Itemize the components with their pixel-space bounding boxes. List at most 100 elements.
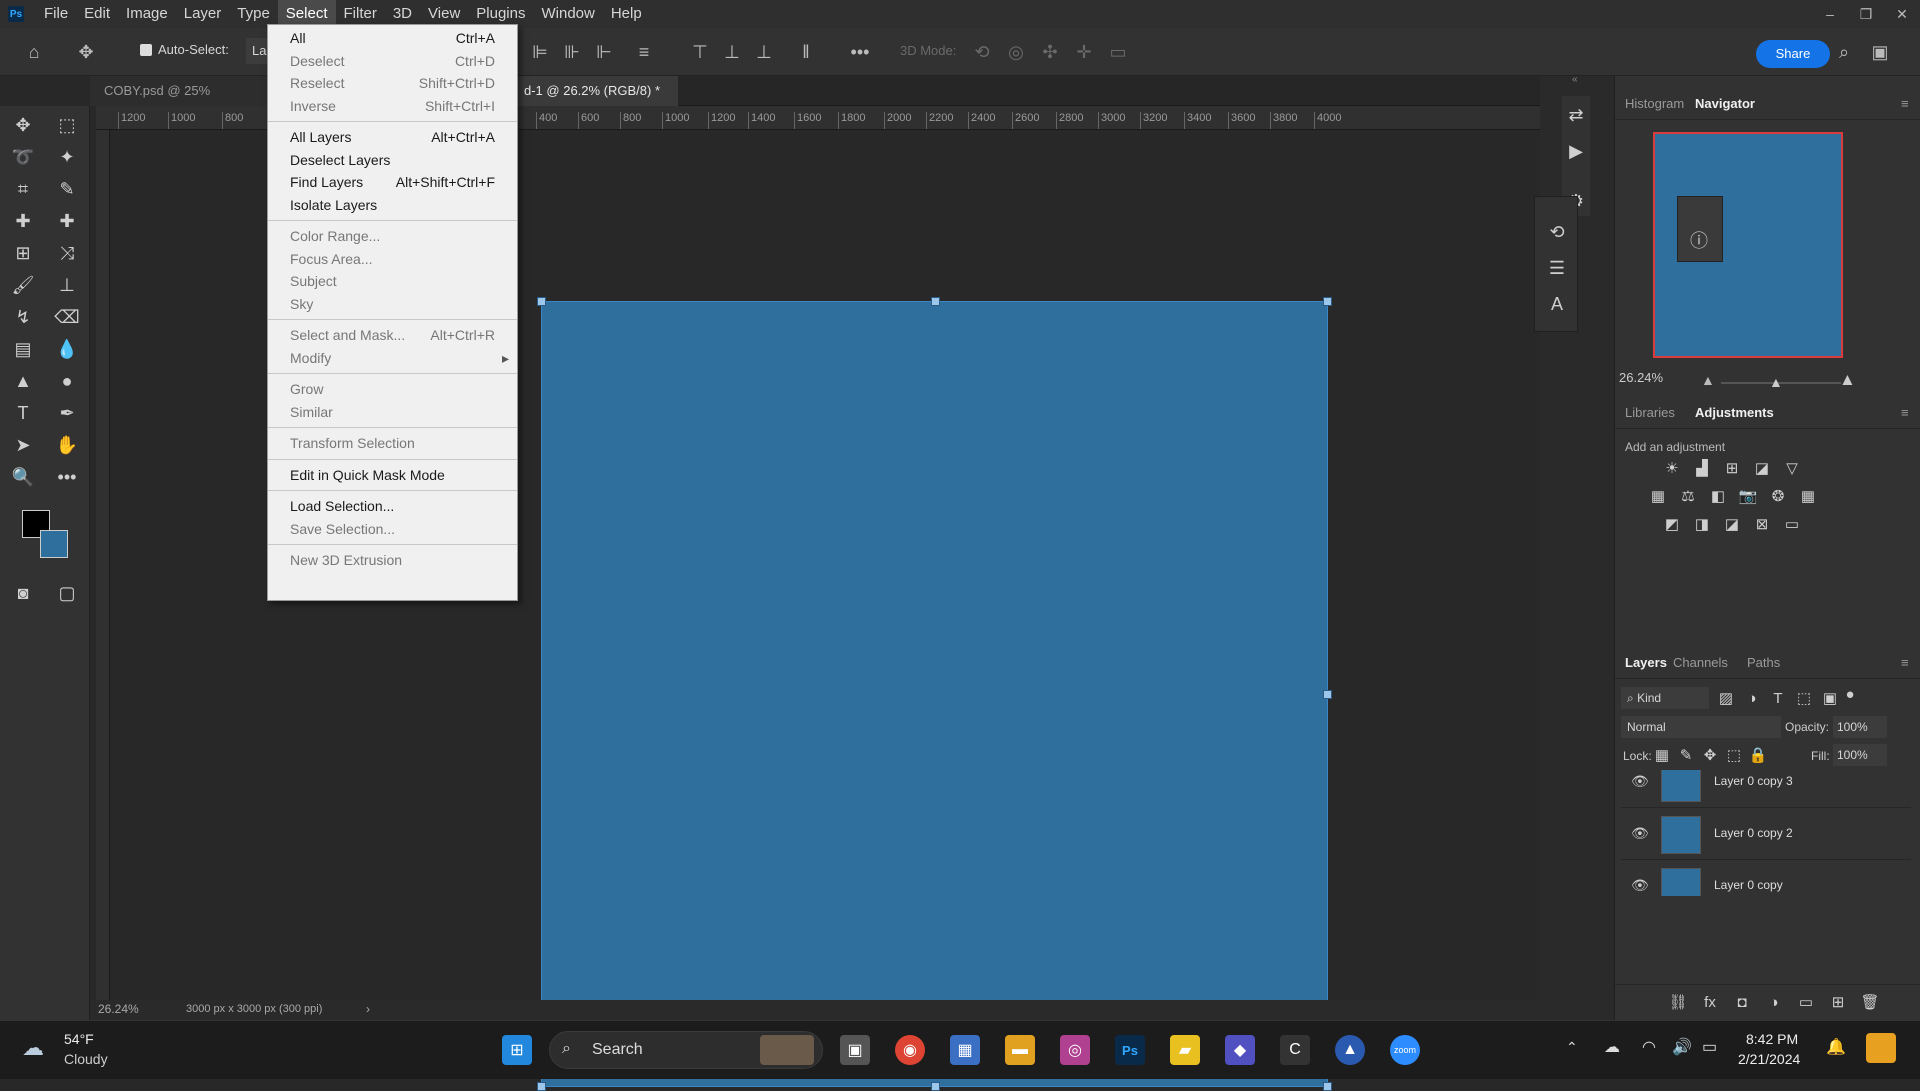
menu-window[interactable]: Window: [533, 0, 602, 28]
wifi-icon[interactable]: ◠: [1642, 1037, 1656, 1057]
blur-tool-icon[interactable]: 💧: [52, 334, 82, 364]
gradient-tool-icon[interactable]: ▤: [8, 334, 38, 364]
filter-type-icon[interactable]: T: [1767, 690, 1789, 708]
info-icon[interactable]: ⓘ: [1690, 227, 1708, 253]
lock-image-icon[interactable]: ✎: [1675, 747, 1697, 765]
filter-shape-icon[interactable]: ⬚: [1793, 690, 1815, 708]
home-icon[interactable]: ⌂: [22, 40, 46, 64]
menu-edit[interactable]: Edit: [76, 0, 118, 28]
weather-temp[interactable]: 54°F: [64, 1031, 94, 1047]
tab-libraries[interactable]: Libraries: [1625, 397, 1675, 429]
delete-layer-icon[interactable]: 🗑: [1859, 994, 1881, 1012]
distribute-icon[interactable]: ≡: [632, 40, 656, 64]
move-tool-icon[interactable]: ✥: [8, 110, 38, 140]
navigator-preview[interactable]: ⓘ: [1653, 132, 1843, 358]
layer-row[interactable]: 👁 Layer 0 copy 3: [1621, 770, 1911, 808]
weather-condition[interactable]: Cloudy: [64, 1051, 108, 1067]
menu-item-edit-in-quick-mask-mode[interactable]: Edit in Quick Mask Mode: [268, 464, 517, 487]
share-button[interactable]: Share: [1756, 40, 1830, 68]
content-aware-move-icon[interactable]: ⤨: [52, 238, 82, 268]
doc-tab-coby[interactable]: COBY.psd @ 25% (Selecti: [90, 76, 268, 128]
layer-style-icon[interactable]: fx: [1699, 994, 1721, 1012]
type-tool-icon[interactable]: T: [8, 398, 38, 428]
menu-layer[interactable]: Layer: [176, 0, 230, 28]
search-icon[interactable]: ⌕: [1832, 40, 1856, 64]
workspace-icon[interactable]: ▣: [1868, 40, 1892, 64]
menu-image[interactable]: Image: [118, 0, 176, 28]
document-canvas[interactable]: [537, 297, 1332, 1091]
align-bottom-icon[interactable]: ⊥: [752, 40, 776, 64]
selective-color-icon[interactable]: ⊠: [1751, 516, 1773, 534]
threshold-icon[interactable]: ◪: [1721, 516, 1743, 534]
restore-icon[interactable]: ❐: [1848, 0, 1884, 28]
link-layers-icon[interactable]: ⛓: [1667, 994, 1689, 1012]
align-right-icon[interactable]: ⊩: [592, 40, 616, 64]
crop-tool-icon[interactable]: ⌗: [8, 174, 38, 204]
filter-smart-object-icon[interactable]: ▣: [1819, 690, 1841, 708]
clock-date[interactable]: 2/21/2024: [1738, 1051, 1800, 1067]
cloud-weather-icon[interactable]: ☁: [22, 1035, 44, 1061]
menu-item-all[interactable]: All Ctrl+A: [268, 27, 517, 50]
play-action-icon[interactable]: ▶: [1561, 136, 1591, 166]
collapse-icon[interactable]: «: [1572, 74, 1578, 85]
menu-item-load-selection[interactable]: Load Selection...: [268, 495, 517, 518]
copilot-icon[interactable]: [1866, 1033, 1896, 1063]
app-icon[interactable]: ◆: [1225, 1035, 1255, 1065]
layer-row[interactable]: 👁 Layer 0 copy: [1621, 862, 1911, 896]
frame-tool-icon[interactable]: ⊞: [8, 238, 38, 268]
clock-time[interactable]: 8:42 PM: [1746, 1031, 1798, 1047]
path-selection-icon[interactable]: ➤: [8, 430, 38, 460]
lock-transparent-icon[interactable]: ▦: [1651, 747, 1673, 765]
visibility-eye-icon[interactable]: 👁: [1631, 773, 1649, 790]
color-lookup-icon[interactable]: ▦: [1797, 488, 1819, 506]
store-icon[interactable]: ▦: [950, 1035, 980, 1065]
transform-handle[interactable]: [1323, 690, 1332, 699]
more-options-icon[interactable]: •••: [848, 40, 872, 64]
clone-stamp-icon[interactable]: ⊥: [52, 270, 82, 300]
adjust-sliders-icon[interactable]: ☰: [1542, 253, 1572, 283]
taskbar-search[interactable]: ⌕ Search: [549, 1031, 823, 1069]
menu-item-isolate-layers[interactable]: Isolate Layers: [268, 194, 517, 217]
transform-handle[interactable]: [931, 297, 940, 306]
status-arrow-icon[interactable]: ›: [366, 1002, 370, 1016]
hand-tool-icon[interactable]: ✋: [52, 430, 82, 460]
layer-name[interactable]: Layer 0 copy 3: [1714, 774, 1793, 788]
menu-item-deselect-layers[interactable]: Deselect Layers: [268, 149, 517, 172]
status-zoom[interactable]: 26.24%: [98, 1002, 139, 1016]
brightness-icon[interactable]: ☀: [1661, 460, 1683, 478]
posterize-icon[interactable]: ◨: [1691, 516, 1713, 534]
levels-icon[interactable]: ▟: [1691, 460, 1713, 478]
zoom-tool-icon[interactable]: 🔍: [8, 462, 38, 492]
auto-select-checkbox[interactable]: [140, 44, 152, 56]
lock-artboard-icon[interactable]: ⬚: [1723, 747, 1745, 765]
tab-layers[interactable]: Layers: [1625, 647, 1667, 679]
exposure-icon[interactable]: ◪: [1751, 460, 1773, 478]
menu-item-find-layers[interactable]: Find Layers Alt+Shift+Ctrl+F: [268, 171, 517, 194]
align-left-icon[interactable]: ⊫: [528, 40, 552, 64]
volume-icon[interactable]: 🔊: [1672, 1037, 1692, 1057]
file-explorer-icon[interactable]: ▬: [1005, 1035, 1035, 1065]
align-top-icon[interactable]: ⊤: [688, 40, 712, 64]
navigator-zoom[interactable]: 26.24%: [1619, 370, 1663, 385]
screen-mode-icon[interactable]: ▢: [52, 578, 82, 608]
smudge-tool-icon[interactable]: ●: [52, 366, 82, 396]
menu-file[interactable]: File: [36, 0, 76, 28]
photoshop-taskbar-icon[interactable]: Ps: [1115, 1035, 1145, 1065]
zoom-slider-handle[interactable]: ▲: [1769, 374, 1783, 390]
transform-handle[interactable]: [931, 1082, 940, 1091]
panel-menu-icon[interactable]: ≡: [1901, 88, 1909, 120]
zoom-in-icon[interactable]: ▲: [1839, 370, 1856, 390]
minimize-icon[interactable]: –: [1812, 0, 1848, 28]
transform-handle[interactable]: [1323, 297, 1332, 306]
fill-input[interactable]: 100%: [1833, 744, 1887, 766]
capcut-icon[interactable]: C: [1280, 1035, 1310, 1065]
lock-position-icon[interactable]: ✥: [1699, 747, 1721, 765]
history-brush-icon[interactable]: ↯: [8, 302, 38, 332]
visibility-eye-icon[interactable]: 👁: [1631, 825, 1649, 842]
eraser-icon[interactable]: ⌫: [52, 302, 82, 332]
transform-handle[interactable]: [537, 297, 546, 306]
layer-name[interactable]: Layer 0 copy 2: [1714, 826, 1793, 840]
visibility-eye-icon[interactable]: 👁: [1631, 877, 1649, 894]
pen-tool-icon[interactable]: ✒: [52, 398, 82, 428]
filter-adjustment-icon[interactable]: ◑: [1741, 690, 1763, 708]
